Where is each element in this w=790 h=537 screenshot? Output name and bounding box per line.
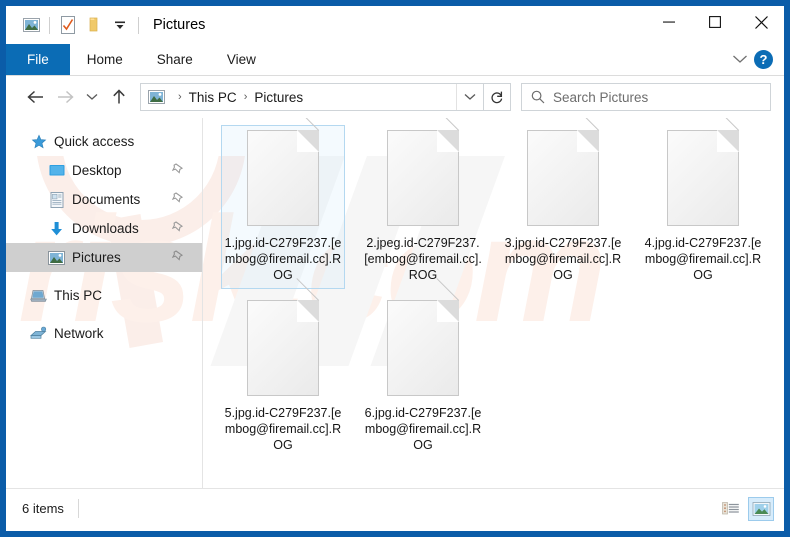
pictures-icon bbox=[48, 249, 65, 266]
sidebar-item-this-pc[interactable]: This PC bbox=[6, 281, 202, 310]
tab-share[interactable]: Share bbox=[140, 44, 210, 75]
maximize-button[interactable] bbox=[692, 6, 738, 38]
ribbon-collapse-chevron-down-icon[interactable] bbox=[732, 51, 748, 69]
help-button[interactable]: ? bbox=[754, 50, 773, 69]
breadcrumb-item-pictures[interactable]: Pictures bbox=[254, 90, 303, 105]
customize-dropdown-icon[interactable] bbox=[107, 12, 133, 38]
refresh-button[interactable] bbox=[484, 83, 511, 111]
tab-home[interactable]: Home bbox=[70, 44, 140, 75]
breadcrumb-chevron-down-icon[interactable] bbox=[456, 84, 483, 110]
sidebar-item-desktop[interactable]: Desktop bbox=[6, 156, 202, 185]
sidebar-label-desktop: Desktop bbox=[72, 163, 122, 178]
sidebar-item-pictures[interactable]: Pictures bbox=[6, 243, 202, 272]
documents-icon bbox=[48, 191, 65, 208]
file-name-label: 6.jpg.id-C279F237.[embog@firemail.cc].RO… bbox=[364, 406, 482, 452]
status-divider bbox=[77, 499, 79, 518]
title-bar: Pictures bbox=[6, 6, 784, 44]
properties-icon[interactable] bbox=[55, 12, 81, 38]
pin-icon-pictures[interactable] bbox=[171, 249, 184, 266]
item-count-label: 6 items bbox=[22, 501, 64, 516]
file-item[interactable]: 4.jpg.id-C279F237.[embog@firemail.cc].RO… bbox=[641, 118, 765, 289]
sidebar-item-network[interactable]: Network bbox=[6, 319, 202, 348]
file-item[interactable]: 6.jpg.id-C279F237.[embog@firemail.cc].RO… bbox=[361, 278, 485, 459]
details-view-button[interactable] bbox=[718, 497, 744, 521]
sidebar-label-pictures: Pictures bbox=[72, 250, 121, 265]
file-item[interactable]: 2.jpeg.id-C279F237.[embog@firemail.cc].R… bbox=[361, 118, 485, 289]
qat-separator-2 bbox=[138, 16, 139, 34]
file-document-icon bbox=[387, 118, 459, 226]
search-placeholder: Search Pictures bbox=[553, 89, 649, 105]
search-input[interactable]: Search Pictures bbox=[521, 83, 771, 111]
breadcrumb-pictures-icon bbox=[148, 90, 165, 104]
qat-separator-1 bbox=[49, 16, 50, 34]
downloads-icon bbox=[48, 220, 65, 237]
breadcrumb-separator-1[interactable]: › bbox=[244, 91, 248, 103]
ribbon-tab-bar: File Home Share View ? bbox=[6, 44, 784, 76]
file-document-icon bbox=[667, 118, 739, 226]
sidebar-item-downloads[interactable]: Downloads bbox=[6, 214, 202, 243]
navigation-pane: Quick access Desktop Documents Downloads… bbox=[6, 118, 202, 488]
explorer-picture-icon[interactable] bbox=[18, 12, 44, 38]
quick-access-toolbar bbox=[18, 12, 144, 38]
star-icon bbox=[30, 133, 47, 150]
window-title: Pictures bbox=[153, 17, 206, 33]
search-icon bbox=[531, 90, 545, 104]
sidebar-label-documents: Documents bbox=[72, 192, 141, 207]
file-document-icon bbox=[247, 278, 319, 396]
back-button[interactable] bbox=[20, 83, 50, 111]
file-name-label: 4.jpg.id-C279F237.[embog@firemail.cc].RO… bbox=[644, 236, 762, 282]
this-pc-icon bbox=[30, 287, 47, 304]
sidebar-label-network: Network bbox=[54, 326, 104, 341]
file-item[interactable]: 5.jpg.id-C279F237.[embog@firemail.cc].RO… bbox=[221, 278, 345, 459]
status-bar: 6 items bbox=[6, 488, 784, 528]
file-document-icon bbox=[527, 118, 599, 226]
tab-file[interactable]: File bbox=[6, 44, 70, 75]
new-folder-icon[interactable] bbox=[81, 12, 107, 38]
up-button[interactable] bbox=[104, 83, 134, 111]
file-document-icon bbox=[247, 118, 319, 226]
sidebar-item-documents[interactable]: Documents bbox=[6, 185, 202, 214]
minimize-button[interactable] bbox=[646, 6, 692, 38]
file-name-label: 1.jpg.id-C279F237.[embog@firemail.cc].RO… bbox=[224, 236, 342, 282]
sidebar-label-this-pc: This PC bbox=[54, 288, 103, 303]
large-icons-view-button[interactable] bbox=[748, 496, 774, 521]
sidebar-item-quick-access[interactable]: Quick access bbox=[6, 127, 202, 156]
explorer-body: Quick access Desktop Documents Downloads… bbox=[6, 118, 784, 488]
pin-icon-downloads[interactable] bbox=[171, 220, 184, 237]
breadcrumb-separator-0[interactable]: › bbox=[178, 91, 182, 103]
file-explorer-window: risk.com Pictures File Home Share View ?… bbox=[0, 0, 790, 537]
file-grid: 1.jpg.id-C279F237.[embog@firemail.cc].RO… bbox=[203, 118, 784, 465]
view-mode-buttons bbox=[718, 496, 774, 521]
pin-icon-documents[interactable] bbox=[171, 191, 184, 208]
recent-locations-chevron-down-icon[interactable] bbox=[80, 83, 104, 111]
forward-button[interactable] bbox=[50, 83, 80, 111]
breadcrumb[interactable]: › This PC › Pictures bbox=[140, 83, 484, 111]
address-bar: › This PC › Pictures Search Pictures bbox=[6, 76, 784, 118]
pin-icon-desktop[interactable] bbox=[171, 162, 184, 179]
file-name-label: 3.jpg.id-C279F237.[embog@firemail.cc].RO… bbox=[504, 236, 622, 282]
close-button[interactable] bbox=[738, 6, 784, 38]
file-item[interactable]: 3.jpg.id-C279F237.[embog@firemail.cc].RO… bbox=[501, 118, 625, 289]
file-document-icon bbox=[387, 278, 459, 396]
sidebar-label-quick-access: Quick access bbox=[54, 134, 135, 149]
sidebar-label-downloads: Downloads bbox=[72, 221, 139, 236]
window-controls bbox=[646, 6, 784, 44]
breadcrumb-item-this-pc[interactable]: This PC bbox=[189, 90, 237, 105]
file-name-label: 5.jpg.id-C279F237.[embog@firemail.cc].RO… bbox=[224, 406, 342, 452]
tab-view[interactable]: View bbox=[210, 44, 273, 75]
file-name-label: 2.jpeg.id-C279F237.[embog@firemail.cc].R… bbox=[364, 236, 482, 282]
ribbon-right-controls: ? bbox=[732, 44, 784, 75]
file-list-pane[interactable]: 1.jpg.id-C279F237.[embog@firemail.cc].RO… bbox=[202, 118, 784, 488]
desktop-icon bbox=[48, 162, 65, 179]
network-icon bbox=[30, 325, 47, 342]
file-item[interactable]: 1.jpg.id-C279F237.[embog@firemail.cc].RO… bbox=[221, 118, 345, 289]
